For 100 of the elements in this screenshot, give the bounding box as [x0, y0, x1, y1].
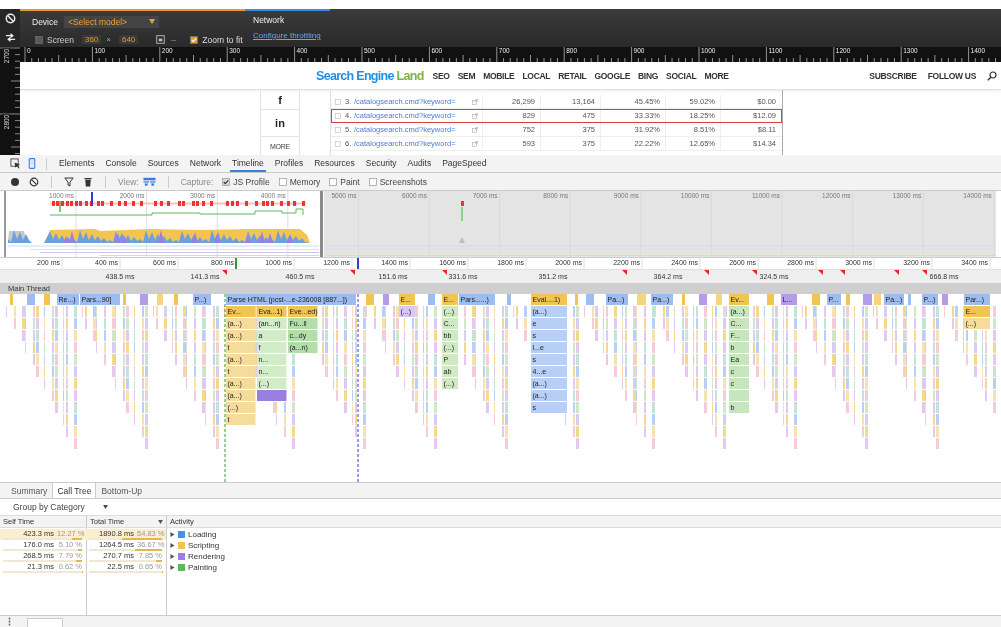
- activity-label: Scripting: [188, 541, 220, 550]
- capture-checkbox[interactable]: Paint: [329, 176, 360, 187]
- nav-link[interactable]: SEO: [432, 70, 450, 81]
- range-handle[interactable]: [320, 191, 323, 257]
- marker-line: [59, 200, 61, 213]
- group-by-dropdown[interactable]: Group by Category: [13, 502, 108, 512]
- external-link-icon[interactable]: [472, 112, 478, 119]
- filter-icon[interactable]: [64, 176, 74, 187]
- dash-text: –: [171, 34, 177, 45]
- details-tab[interactable]: Summary: [6, 483, 53, 498]
- panel-tab[interactable]: Network: [187, 155, 223, 172]
- model-select[interactable]: <Select model>: [64, 15, 159, 28]
- checkbox-icon[interactable]: [335, 112, 341, 119]
- capture-checkbox[interactable]: Screenshots: [368, 176, 427, 187]
- flame-block[interactable]: [682, 294, 685, 305]
- capture-checkbox[interactable]: Memory: [278, 176, 321, 187]
- capture-checkbox[interactable]: JS Profile: [222, 176, 270, 187]
- drawer-menu-icon[interactable]: [8, 617, 11, 626]
- flame-block[interactable]: [257, 390, 287, 401]
- flame-block[interactable]: [507, 294, 511, 305]
- flame-block[interactable]: [874, 294, 881, 305]
- trash-icon[interactable]: [83, 176, 93, 187]
- details-tab[interactable]: Call Tree: [52, 483, 97, 498]
- flame-block[interactable]: [140, 294, 148, 305]
- flame-block[interactable]: [174, 294, 178, 305]
- search-icon[interactable]: [987, 70, 997, 81]
- nav-link[interactable]: SOCIAL: [666, 70, 697, 81]
- panel-tab[interactable]: Resources: [312, 155, 357, 172]
- phone-icon[interactable]: [28, 158, 36, 169]
- flame-block[interactable]: [366, 294, 374, 305]
- flame-block[interactable]: [812, 294, 820, 305]
- flame-block[interactable]: [767, 294, 774, 305]
- flame-block[interactable]: [863, 294, 872, 305]
- flame-block[interactable]: [716, 294, 722, 305]
- flame-block[interactable]: [699, 294, 707, 305]
- panel-tab[interactable]: Security: [363, 155, 399, 172]
- warning-flag-icon: [752, 270, 757, 275]
- nav-link[interactable]: RETAIL: [558, 70, 587, 81]
- flame-block[interactable]: [908, 294, 911, 305]
- flame-block[interactable]: [846, 294, 850, 305]
- warning-flag-icon: [704, 270, 709, 275]
- panel-tab[interactable]: Console: [103, 155, 139, 172]
- checkbox-icon[interactable]: [335, 140, 341, 147]
- checkbox-icon[interactable]: [335, 98, 341, 105]
- swap-icon[interactable]: [4, 32, 16, 43]
- warning-flag-icon: [840, 270, 845, 275]
- inspect-icon[interactable]: [10, 158, 21, 169]
- share-button[interactable]: in: [261, 110, 299, 137]
- nav-link[interactable]: FOLLOW US: [927, 70, 976, 81]
- flame-view-icon[interactable]: [142, 177, 156, 186]
- caret-icon: [149, 19, 155, 24]
- flame-block[interactable]: [10, 294, 13, 305]
- nav-link[interactable]: BING: [638, 70, 659, 81]
- range-handle[interactable]: [4, 191, 6, 257]
- flame-block[interactable]: [729, 390, 749, 401]
- details-tab[interactable]: Bottom-Up: [96, 483, 147, 498]
- screen-icon[interactable]: [156, 35, 166, 44]
- panel-tab[interactable]: Sources: [145, 155, 181, 172]
- panel-tab[interactable]: Profiles: [272, 155, 306, 172]
- clear-icon[interactable]: [29, 176, 39, 187]
- flame-block[interactable]: [27, 294, 35, 305]
- panel-tab[interactable]: Audits: [405, 155, 434, 172]
- checkbox-icon[interactable]: [335, 126, 341, 133]
- expand-icon[interactable]: [170, 543, 175, 548]
- marker-line: [91, 191, 93, 207]
- flame-block[interactable]: [575, 294, 578, 305]
- height-field[interactable]: 640: [118, 35, 139, 44]
- panel-tab[interactable]: Elements: [57, 155, 97, 172]
- nav-link[interactable]: MOBILE: [483, 70, 515, 81]
- nav-link[interactable]: MORE: [704, 70, 729, 81]
- flame-block[interactable]: [428, 294, 435, 305]
- warning-flag-icon: [894, 270, 899, 275]
- external-link-icon[interactable]: [472, 140, 478, 147]
- nav-link[interactable]: LOCAL: [522, 70, 551, 81]
- expand-icon[interactable]: [170, 565, 175, 570]
- nav-link[interactable]: SUBSCRIBE: [869, 70, 917, 81]
- nav-link[interactable]: GOOGLE: [594, 70, 630, 81]
- record-icon[interactable]: [10, 176, 20, 187]
- nav-link[interactable]: SEM: [457, 70, 476, 81]
- external-link-icon[interactable]: [472, 98, 478, 105]
- throttling-link[interactable]: Configure throttling: [253, 31, 321, 40]
- flame-block[interactable]: [586, 294, 594, 305]
- flame-block[interactable]: [942, 294, 948, 305]
- width-field[interactable]: 360: [81, 35, 102, 44]
- expand-icon[interactable]: [170, 554, 175, 559]
- panel-tab[interactable]: PageSpeed: [440, 155, 489, 172]
- caret-icon: [102, 505, 108, 509]
- flame-block[interactable]: [157, 294, 163, 305]
- flame-block[interactable]: [637, 294, 646, 305]
- drawer-tab[interactable]: [27, 618, 63, 627]
- screen-checkbox[interactable]: Screen: [35, 34, 74, 45]
- expand-icon[interactable]: [170, 532, 175, 537]
- flame-block[interactable]: [383, 294, 389, 305]
- flame-block[interactable]: [123, 294, 126, 305]
- flame-block[interactable]: [44, 294, 50, 305]
- zoom-checkbox[interactable]: Zoom to fit: [190, 34, 243, 45]
- external-link-icon[interactable]: [472, 126, 478, 133]
- no-entry-icon[interactable]: [4, 13, 16, 24]
- share-button[interactable]: f: [261, 90, 299, 110]
- site-logo[interactable]: Search Engine Land: [316, 68, 424, 83]
